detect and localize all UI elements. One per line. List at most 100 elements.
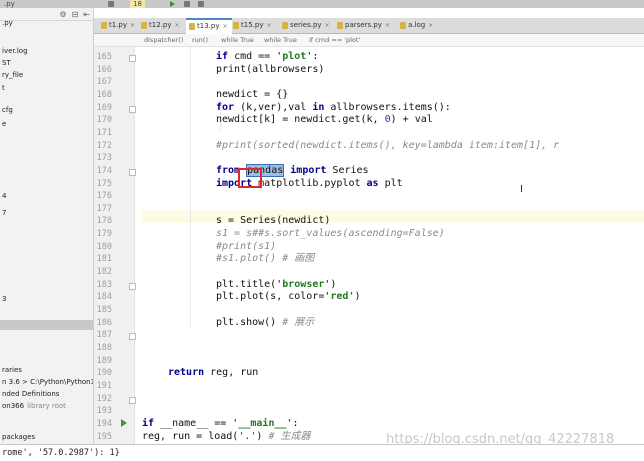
close-icon[interactable]: ×: [428, 22, 433, 29]
close-icon[interactable]: ×: [385, 22, 390, 29]
project-sidebar: ⚙ ⊟ ⇤ .py iver.log ST ry_filet cfg e 4 7 3 raries…: [0, 8, 94, 444]
run-config-selector[interactable]: 18: [130, 0, 145, 8]
tab-t1-py[interactable]: t1.py ×: [98, 19, 139, 32]
breadcrumb-item[interactable]: dispatcher(): [144, 34, 183, 46]
indent-guide: [190, 47, 191, 327]
code-line[interactable]: print(allbrowsers): [216, 64, 324, 77]
hide-panel-icon[interactable]: ⇤: [83, 11, 90, 19]
code-line[interactable]: plt.plot(s, color='red'): [216, 291, 361, 304]
close-icon[interactable]: ×: [325, 22, 330, 29]
breadcrumb-item[interactable]: if cmd == 'plot': [309, 34, 360, 46]
fold-marker-icon[interactable]: [129, 105, 136, 113]
sidebar-item[interactable]: n 3.6 > C:\Python\Python366: [0, 377, 94, 387]
code-line[interactable]: plt.show() # 展示: [216, 317, 314, 330]
line-number: 176: [96, 191, 112, 202]
red-highlight-box: [238, 168, 262, 188]
line-number: 195: [96, 431, 112, 442]
stop-icon[interactable]: [198, 1, 204, 7]
sidebar-item-label: .py: [2, 19, 13, 27]
sidebar-item[interactable]: 3: [0, 294, 6, 304]
line-number: 193: [96, 406, 112, 417]
code-line[interactable]: reg, run = load('.') # 生成器: [142, 431, 310, 444]
sidebar-item-note: library root: [27, 402, 66, 410]
code-line[interactable]: newdict = {}: [216, 89, 288, 102]
folder-icon[interactable]: [108, 1, 114, 7]
project-panel-header: ⚙ ⊟ ⇤: [0, 8, 93, 21]
line-number: 192: [96, 393, 112, 404]
line-number: 181: [96, 254, 112, 265]
code-line[interactable]: newdict[k] = newdict.get(k, 0) + val: [216, 114, 433, 127]
collapse-icon[interactable]: ⊟: [72, 11, 79, 19]
fold-marker-icon[interactable]: [129, 55, 136, 62]
breadcrumb-item[interactable]: run(): [192, 34, 208, 46]
line-number: 184: [96, 292, 112, 303]
line-number: 174: [96, 165, 112, 176]
code-line[interactable]: return reg, run: [168, 367, 258, 380]
editor-tab-bar: t1.py × t12.py × t13.py × t15.py × series.py × par…: [94, 18, 644, 34]
sidebar-item[interactable]: raries: [0, 365, 22, 375]
line-number: 186: [96, 317, 112, 328]
sidebar-item[interactable]: on366 library root: [0, 401, 66, 411]
line-number: 190: [96, 368, 112, 379]
line-number: 166: [96, 64, 112, 75]
code-line[interactable]: plt.title('browser'): [216, 279, 336, 292]
code-line[interactable]: s = Series(newdict): [216, 215, 330, 228]
line-number: 170: [96, 115, 112, 126]
sidebar-item-label: n 3.6 > C:\Python\Python366: [2, 378, 94, 386]
sidebar-item[interactable]: .py: [0, 18, 13, 28]
tab-t12-py[interactable]: t12.py ×: [138, 19, 184, 32]
breadcrumb: dispatcher() run() while True while True if …: [94, 34, 644, 47]
editor-gutter[interactable]: 165 166 167 168 169 170 171 172 173 174 175 176 177 1…: [94, 47, 152, 444]
code-editor[interactable]: if cmd == 'plot': print(allbrowsers) newdi…: [142, 47, 644, 444]
sidebar-item[interactable]: ST: [0, 58, 11, 68]
python-file-icon: [101, 22, 107, 29]
sidebar-item-label: cfg: [2, 106, 13, 114]
fold-marker-icon[interactable]: [129, 282, 136, 290]
tab-label: t12.py: [149, 21, 172, 29]
close-icon[interactable]: ×: [222, 23, 227, 30]
sidebar-item[interactable]: ry_file: [0, 70, 23, 80]
line-number: 167: [96, 77, 112, 88]
sidebar-item[interactable]: iver.log: [0, 46, 28, 56]
debug-icon[interactable]: [184, 1, 190, 7]
code-line[interactable]: for (k,ver),val in allbrowsers.items():: [216, 102, 451, 115]
run-gutter-icon[interactable]: [121, 419, 127, 427]
line-number: 178: [96, 216, 112, 227]
code-line[interactable]: if __name__ == '__main__':: [142, 418, 299, 431]
sidebar-item-label: nded Definitions: [2, 390, 60, 398]
close-icon[interactable]: ×: [266, 22, 271, 29]
sidebar-item[interactable]: cfg: [0, 105, 13, 115]
sidebar-item[interactable]: 4: [0, 191, 6, 201]
python-file-icon: [337, 22, 343, 29]
tab-a-log[interactable]: a.log ×: [397, 19, 437, 32]
sidebar-item[interactable]: packages: [0, 432, 35, 442]
sidebar-item-label: 4: [2, 192, 7, 200]
sidebar-item[interactable]: nded Definitions: [0, 389, 59, 399]
code-line[interactable]: #print(sorted(newdict.items(), key=lambd…: [216, 140, 559, 153]
tab-t13-py[interactable]: t13.py ×: [186, 18, 232, 34]
fold-marker-icon[interactable]: [129, 168, 136, 176]
fold-marker-icon[interactable]: [129, 333, 136, 341]
code-line[interactable]: if cmd == 'plot':: [216, 51, 318, 64]
line-number: 175: [96, 178, 112, 189]
line-number: 168: [96, 89, 112, 100]
tab-label: a.log: [408, 21, 426, 29]
code-line[interactable]: #s1.plot() # 画图: [216, 253, 314, 266]
code-line[interactable]: s1 = s##s.sort_values(ascending=False): [216, 228, 445, 241]
tab-label: series.py: [290, 21, 322, 29]
tab-parsers-py[interactable]: parsers.py ×: [334, 19, 394, 32]
breadcrumb-item[interactable]: while True: [264, 34, 297, 46]
line-number: 182: [96, 267, 112, 278]
sidebar-item[interactable]: t: [0, 83, 5, 93]
run-icon[interactable]: [170, 1, 175, 7]
sidebar-item[interactable]: e: [0, 119, 6, 129]
settings-icon[interactable]: ⚙: [59, 11, 66, 19]
breadcrumb-item[interactable]: while True: [221, 34, 254, 46]
close-icon[interactable]: ×: [174, 22, 179, 29]
code-line[interactable]: #print(s1): [216, 241, 276, 254]
sidebar-item[interactable]: 7: [0, 208, 6, 218]
tab-t15-py[interactable]: t15.py ×: [230, 19, 276, 32]
close-icon[interactable]: ×: [130, 22, 135, 29]
tab-series-py[interactable]: series.py ×: [279, 19, 334, 32]
fold-marker-icon[interactable]: [129, 396, 136, 404]
